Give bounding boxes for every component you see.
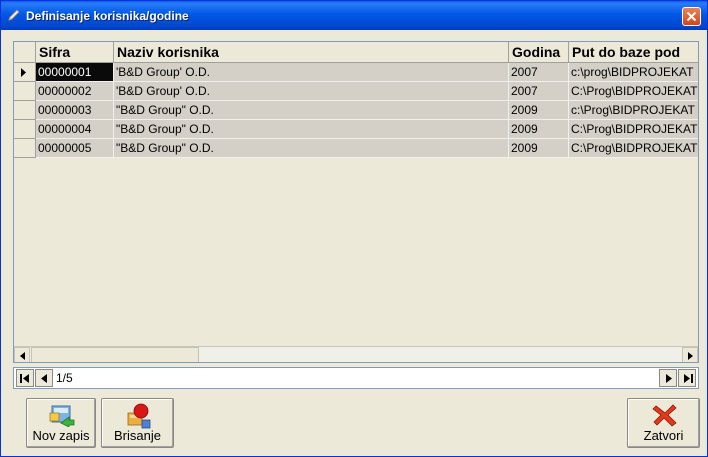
new-record-icon	[49, 405, 75, 427]
horizontal-scrollbar[interactable]	[14, 346, 698, 362]
record-navigator: 1/5	[13, 367, 699, 389]
table-row[interactable]: 00000004 "B&D Group" O.D. 2009 C:\Prog\B…	[14, 120, 698, 139]
dialog-window: Definisanje korisnika/godine Sifra Naziv…	[0, 0, 708, 457]
table-row[interactable]: 00000003 "B&D Group" O.D. 2009 c:\Prog\B…	[14, 101, 698, 120]
delete-record-icon	[127, 403, 151, 429]
cell-sifra[interactable]: 00000003	[36, 101, 114, 120]
row-indicator[interactable]	[14, 139, 36, 158]
table-row[interactable]: 00000005 "B&D Group" O.D. 2009 C:\Prog\B…	[14, 139, 698, 158]
row-indicator[interactable]	[14, 82, 36, 101]
cell-naziv[interactable]: "B&D Group" O.D.	[114, 101, 509, 120]
cell-godina[interactable]: 2007	[509, 82, 569, 101]
window-title: Definisanje korisnika/godine	[26, 9, 189, 23]
cell-naziv[interactable]: 'B&D Group' O.D.	[114, 82, 509, 101]
row-indicator[interactable]	[14, 101, 36, 120]
window-close-button[interactable]	[682, 7, 701, 26]
cell-godina[interactable]: 2009	[509, 101, 569, 120]
pencil-icon	[7, 8, 21, 22]
close-label: Zatvori	[643, 428, 684, 443]
column-header-naziv[interactable]: Naziv korisnika	[114, 42, 509, 63]
row-indicator[interactable]	[14, 120, 36, 139]
close-icon	[686, 11, 697, 22]
cell-sifra[interactable]: 00000002	[36, 82, 114, 101]
cell-naziv[interactable]: 'B&D Group' O.D.	[114, 63, 509, 82]
prev-record-button[interactable]	[35, 369, 53, 387]
prev-record-icon	[41, 374, 47, 383]
row-indicator[interactable]	[14, 63, 36, 82]
column-header-sifra[interactable]: Sifra	[36, 42, 114, 63]
cell-sifra[interactable]: 00000001	[36, 63, 114, 82]
red-x-icon	[652, 404, 677, 427]
delete-button[interactable]: Brisanje	[101, 398, 174, 448]
first-record-button[interactable]	[16, 369, 34, 387]
scroll-left-button[interactable]	[14, 347, 30, 362]
arrow-left-icon	[20, 352, 25, 360]
cell-godina[interactable]: 2009	[509, 139, 569, 158]
column-header-put[interactable]: Put do baze pod	[569, 42, 698, 63]
delete-label: Brisanje	[114, 428, 161, 443]
close-button[interactable]: Zatvori	[627, 398, 700, 448]
last-record-icon	[684, 374, 693, 383]
current-row-arrow-icon	[21, 68, 26, 77]
new-record-button[interactable]: Nov zapis	[26, 398, 96, 448]
cell-sifra[interactable]: 00000005	[36, 139, 114, 158]
cell-naziv[interactable]: "B&D Group" O.D.	[114, 120, 509, 139]
column-header-godina[interactable]: Godina	[509, 42, 569, 63]
cell-put[interactable]: C:\Prog\BIDPROJEKAT	[569, 120, 698, 139]
arrow-right-icon	[688, 352, 693, 360]
new-record-label: Nov zapis	[32, 428, 90, 443]
record-position: 1/5	[56, 371, 73, 385]
cell-godina[interactable]: 2009	[509, 120, 569, 139]
cell-put[interactable]: C:\Prog\BIDPROJEKAT	[569, 82, 698, 101]
next-record-icon	[666, 374, 672, 383]
users-grid[interactable]: Sifra Naziv korisnika Godina Put do baze…	[13, 41, 699, 363]
table-row[interactable]: 00000002 'B&D Group' O.D. 2007 C:\Prog\B…	[14, 82, 698, 101]
first-record-icon	[20, 374, 29, 383]
cell-sifra[interactable]: 00000004	[36, 120, 114, 139]
cell-naziv[interactable]: "B&D Group" O.D.	[114, 139, 509, 158]
cell-put[interactable]: C:\Prog\BIDPROJEKAT	[569, 139, 698, 158]
last-record-button[interactable]	[678, 369, 696, 387]
next-record-button[interactable]	[659, 369, 677, 387]
grid-corner	[14, 42, 36, 63]
cell-put[interactable]: c:\Prog\BIDPROJEKAT	[569, 101, 698, 120]
scroll-right-button[interactable]	[682, 347, 698, 362]
title-bar[interactable]: Definisanje korisnika/godine	[1, 1, 707, 30]
cell-godina[interactable]: 2007	[509, 63, 569, 82]
table-row[interactable]: 00000001 'B&D Group' O.D. 2007 c:\prog\B…	[14, 63, 698, 82]
cell-put[interactable]: c:\prog\BIDPROJEKAT	[569, 63, 698, 82]
scroll-thumb[interactable]	[31, 347, 199, 362]
